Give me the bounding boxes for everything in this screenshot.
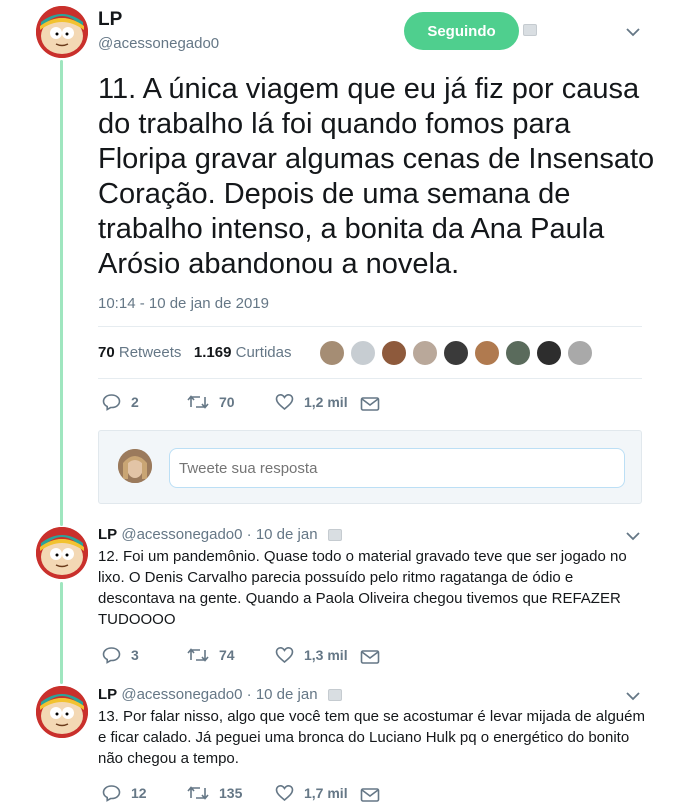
tweet-text: 11. A única viagem que eu já fiz por cau…: [98, 73, 655, 280]
chevron-down-icon[interactable]: [626, 27, 640, 37]
user-handle[interactable]: @acessonegado0: [98, 35, 219, 52]
like-button[interactable]: 1,3 mil: [275, 646, 348, 664]
tweet-date[interactable]: · 10 de jan: [247, 686, 318, 703]
tweet-header: LP @acessonegado0 · 10 de jan: [98, 686, 318, 703]
reply-count: 2: [131, 394, 139, 410]
following-button[interactable]: Seguindo: [404, 12, 519, 50]
tweet-text: 12. Foi um pandemônio. Quase todo o mate…: [98, 548, 627, 628]
chevron-down-icon[interactable]: [626, 531, 640, 541]
retweet-icon: [187, 786, 209, 800]
retweet-count: 74: [219, 647, 235, 663]
reply-button[interactable]: 2: [102, 393, 139, 411]
liker-avatar[interactable]: [443, 340, 469, 366]
tweet-header: LP @acessonegado0 · 10 de jan: [98, 526, 318, 543]
liker-avatar[interactable]: [381, 340, 407, 366]
retweet-button[interactable]: 70: [187, 393, 235, 411]
avatar[interactable]: [36, 6, 88, 58]
reply-count: 3: [131, 647, 139, 663]
badge-icon: [523, 24, 537, 36]
thread-line: [60, 582, 63, 684]
liker-avatar[interactable]: [350, 340, 376, 366]
like-button[interactable]: 1,7 mil: [275, 784, 348, 802]
like-icon: [275, 784, 294, 802]
divider: [98, 326, 642, 327]
user-handle[interactable]: @acessonegado0: [121, 686, 242, 703]
reply-button[interactable]: 3: [102, 646, 139, 664]
liker-avatar[interactable]: [536, 340, 562, 366]
liker-avatar[interactable]: [505, 340, 531, 366]
message-icon[interactable]: [360, 649, 380, 665]
tweet-timestamp[interactable]: 10:14 - 10 de jan de 2019: [98, 295, 269, 312]
tweet-stats: 70 Retweets 1.169 Curtidas: [98, 344, 291, 361]
message-icon[interactable]: [360, 396, 380, 412]
likes-link[interactable]: 1.169 Curtidas: [194, 344, 292, 361]
liker-avatar[interactable]: [412, 340, 438, 366]
tweet-date[interactable]: · 10 de jan: [247, 526, 318, 543]
avatar[interactable]: [36, 527, 88, 579]
reply-icon: [102, 394, 121, 411]
like-icon: [275, 646, 294, 664]
retweet-button[interactable]: 135: [187, 784, 242, 802]
like-button[interactable]: 1,2 mil: [275, 393, 348, 411]
like-count: 1,2 mil: [304, 394, 348, 410]
retweet-count: 135: [219, 785, 243, 801]
divider: [98, 378, 642, 379]
like-count: 1,3 mil: [304, 647, 348, 663]
user-handle[interactable]: @acessonegado0: [121, 526, 242, 543]
reply-button[interactable]: 12: [102, 784, 147, 802]
avatar[interactable]: [36, 686, 88, 738]
chevron-down-icon[interactable]: [626, 691, 640, 701]
reply-composer: [98, 430, 642, 504]
display-name[interactable]: LP: [98, 9, 122, 31]
thread-line: [60, 60, 63, 526]
like-count: 1,7 mil: [304, 785, 348, 801]
display-name[interactable]: LP: [98, 526, 117, 543]
retweet-icon: [187, 395, 209, 409]
like-icon: [275, 393, 294, 411]
liker-avatar[interactable]: [567, 340, 593, 366]
reply-icon: [102, 785, 121, 802]
reply-input[interactable]: [169, 448, 625, 488]
display-name[interactable]: LP: [98, 686, 117, 703]
tweet-text: 13. Por falar nisso, algo que você tem q…: [98, 708, 645, 767]
reply-count: 12: [131, 785, 147, 801]
retweets-link[interactable]: 70 Retweets: [98, 344, 181, 361]
badge-icon: [328, 689, 342, 701]
retweet-button[interactable]: 74: [187, 646, 235, 664]
current-user-avatar: [118, 449, 152, 483]
liker-avatar[interactable]: [319, 340, 345, 366]
retweet-count: 70: [219, 394, 235, 410]
liker-avatar[interactable]: [474, 340, 500, 366]
retweet-icon: [187, 648, 209, 662]
badge-icon: [328, 529, 342, 541]
reply-icon: [102, 647, 121, 664]
message-icon[interactable]: [360, 787, 380, 803]
